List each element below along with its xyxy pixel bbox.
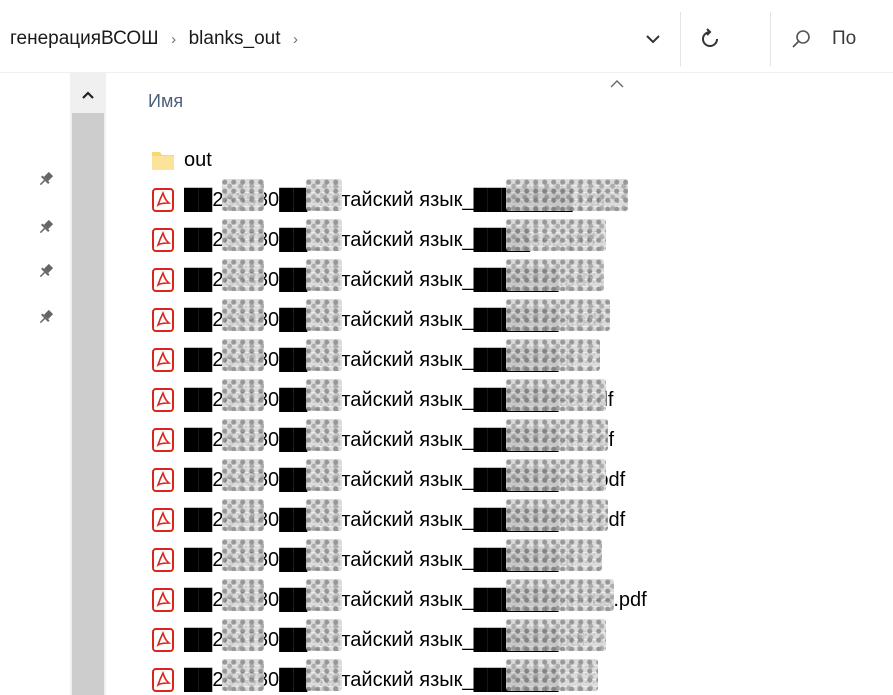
file-row[interactable]: ██284880██_Китайский язык_██████ <box>150 659 598 695</box>
file-row[interactable]: ██284380██_Китайский язык_██████ина.pdf <box>150 459 625 497</box>
pdf-icon <box>150 385 182 415</box>
column-header-name[interactable]: Имя <box>148 91 183 112</box>
pdf-icon <box>150 305 182 335</box>
divider <box>770 12 771 66</box>
redaction-mosaic <box>306 179 342 211</box>
pdf-icon <box>150 625 182 655</box>
redaction-mosaic <box>222 179 264 211</box>
redaction-mosaic <box>306 259 342 291</box>
redaction-mosaic <box>222 419 264 451</box>
pin-icon[interactable] <box>36 307 56 327</box>
file-row[interactable]: ██284480██_Китайский язык_██████ина.pdf <box>150 499 625 537</box>
file-row[interactable]: ██284680██_Китайский язык_██████инова.pd… <box>150 579 647 617</box>
redaction-mosaic <box>506 659 598 691</box>
pdf-icon <box>150 225 182 255</box>
pin-icon[interactable] <box>36 217 56 237</box>
redaction-mosaic <box>506 499 608 531</box>
pdf-icon <box>150 185 182 215</box>
redaction-mosaic <box>306 659 342 691</box>
file-row[interactable]: ██283680██_Китайский язык_███████.pdf <box>150 179 628 217</box>
sort-ascending-icon <box>606 77 628 91</box>
file-row[interactable]: ██284280██_Китайский язык_██████ин.pdf <box>150 419 614 457</box>
chevron-down-icon <box>646 35 660 44</box>
redaction-mosaic <box>222 339 264 371</box>
redaction-mosaic <box>306 619 342 651</box>
redaction-mosaic <box>222 619 264 651</box>
redaction-mosaic <box>306 499 342 531</box>
redaction-mosaic <box>222 219 264 251</box>
divider <box>680 12 681 66</box>
redaction-mosaic <box>306 299 342 331</box>
file-row[interactable]: ██284580██_Китайский язык_██████df <box>150 539 602 577</box>
redaction-mosaic <box>506 379 606 411</box>
refresh-icon <box>702 28 718 47</box>
file-row[interactable]: ██283980██_Китайский язык_██████а.pdf <box>150 299 610 337</box>
file-explorer-window: генерацияВСОШ › blanks_out › По Имя out … <box>0 0 893 695</box>
pin-icon[interactable] <box>36 261 56 281</box>
file-row[interactable]: ██283880██_Китайский язык_██████.pdf <box>150 259 604 297</box>
redaction-mosaic <box>222 659 264 691</box>
redaction-mosaic <box>306 419 342 451</box>
pdf-icon <box>150 665 182 695</box>
file-row[interactable]: ██283780██_Китайский язык_████ева.pdf <box>150 219 606 257</box>
search-icon <box>790 28 818 50</box>
redaction-mosaic <box>222 379 264 411</box>
file-row[interactable]: ██284080██_Китайский язык_██████df <box>150 339 600 377</box>
file-list[interactable]: Имя out ██283680██_Китайский язык_███████… <box>106 73 893 695</box>
breadcrumb-item-blanks-out[interactable]: blanks_out <box>187 28 283 50</box>
file-row[interactable]: ██284780██_Китайский язык_██████pdf <box>150 619 606 657</box>
redaction-mosaic <box>506 219 606 251</box>
pdf-icon <box>150 545 182 575</box>
redaction-mosaic <box>306 379 342 411</box>
pdf-icon <box>150 505 182 535</box>
address-bar[interactable]: генерацияВСОШ › blanks_out › По <box>0 0 893 72</box>
redaction-mosaic <box>222 579 264 611</box>
redaction-mosaic <box>222 539 264 571</box>
file-name: out <box>184 148 212 171</box>
address-history-dropdown[interactable] <box>636 24 670 54</box>
redaction-mosaic <box>306 219 342 251</box>
search-placeholder: По <box>832 28 857 49</box>
chevron-up-icon <box>82 91 94 99</box>
navigation-pane[interactable] <box>0 73 70 695</box>
redaction-mosaic <box>222 499 264 531</box>
redaction-mosaic <box>506 619 606 651</box>
redaction-mosaic <box>306 579 342 611</box>
folder-row[interactable]: out <box>150 143 212 177</box>
refresh-button[interactable] <box>690 22 730 56</box>
pdf-icon <box>150 345 182 375</box>
scrollbar-thumb[interactable] <box>72 113 104 695</box>
redaction-mosaic <box>306 339 342 371</box>
redaction-mosaic <box>506 579 614 611</box>
pdf-icon <box>150 465 182 495</box>
pdf-icon <box>150 585 182 615</box>
redaction-mosaic <box>306 539 342 571</box>
redaction-mosaic <box>506 259 604 291</box>
scroll-up-button[interactable] <box>70 83 106 107</box>
redaction-mosaic <box>506 459 606 491</box>
breadcrumb: генерацияВСОШ › blanks_out › <box>8 26 309 52</box>
folder-icon <box>150 145 182 175</box>
redaction-mosaic <box>506 179 628 211</box>
redaction-mosaic <box>222 459 264 491</box>
breadcrumb-separator[interactable]: › <box>161 31 187 48</box>
redaction-mosaic <box>506 339 600 371</box>
redaction-mosaic <box>506 299 610 331</box>
redaction-mosaic <box>506 419 608 451</box>
breadcrumb-separator[interactable]: › <box>283 31 309 48</box>
redaction-mosaic <box>222 259 264 291</box>
pdf-icon <box>150 265 182 295</box>
pdf-icon <box>150 425 182 455</box>
breadcrumb-item-generation[interactable]: генерацияВСОШ <box>8 28 161 50</box>
file-row[interactable]: ██284180██_Китайский язык_██████ва.pdf <box>150 379 613 417</box>
redaction-mosaic <box>306 459 342 491</box>
redaction-mosaic <box>506 539 602 571</box>
navigation-scrollbar[interactable] <box>70 73 106 695</box>
pin-icon[interactable] <box>36 169 56 189</box>
redaction-mosaic <box>222 299 264 331</box>
search-input[interactable]: По <box>790 22 893 56</box>
